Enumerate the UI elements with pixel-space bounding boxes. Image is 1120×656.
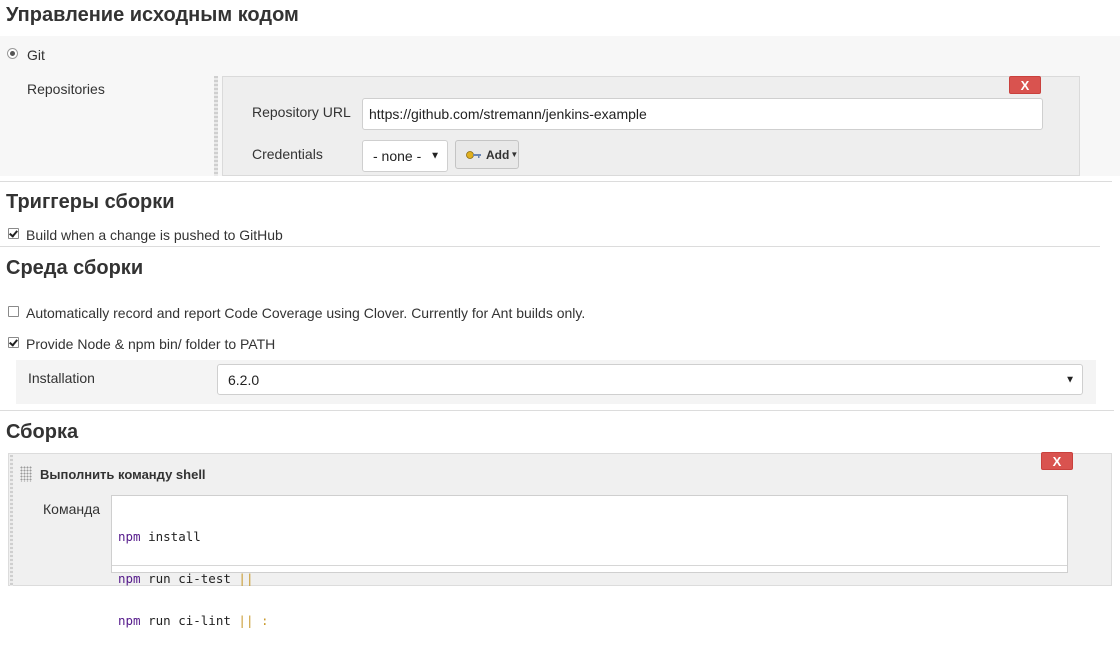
section-divider	[0, 246, 1100, 247]
credentials-value: - none -	[373, 148, 422, 164]
section-divider	[0, 410, 1114, 411]
chevron-down-icon: ▼	[430, 150, 440, 162]
credentials-label: Credentials	[252, 146, 323, 162]
textarea-resize-divider	[112, 565, 1067, 566]
credentials-select[interactable]: - none - ▼	[362, 140, 448, 172]
environment-section-title: Среда сборки	[6, 257, 144, 279]
command-textarea[interactable]: npm install npm run ci-test || npm run c…	[111, 495, 1068, 628]
scm-section-title: Управление исходным кодом	[6, 4, 299, 26]
installation-value: 6.2.0	[228, 371, 260, 388]
git-radio-label[interactable]: Git	[27, 47, 45, 63]
checkbox-icon[interactable]	[8, 337, 19, 348]
build-section-title: Сборка	[6, 421, 79, 443]
repository-url-label: Repository URL	[252, 104, 351, 120]
add-credentials-button[interactable]: Add ▼	[455, 140, 519, 169]
command-line: npm run ci-lint || :	[118, 613, 269, 628]
command-line: npm install	[118, 529, 201, 544]
delete-repository-button[interactable]: X	[1009, 76, 1041, 94]
chevron-down-icon: ▼	[1065, 374, 1075, 385]
command-code: npm install npm run ci-test || npm run c…	[118, 502, 269, 656]
radio-selected-icon[interactable]	[7, 48, 18, 59]
github-push-trigger-label[interactable]: Build when a change is pushed to GitHub	[26, 227, 283, 243]
panel-handle-stripe	[10, 455, 13, 586]
add-credentials-label: Add	[486, 147, 510, 162]
key-icon	[466, 150, 482, 160]
triggers-section-title: Триггеры сборки	[6, 191, 175, 213]
repository-url-input[interactable]: https://github.com/stremann/jenkins-exam…	[362, 98, 1043, 130]
command-line: npm run ci-test ||	[118, 571, 254, 586]
delete-build-step-button[interactable]: X	[1041, 452, 1073, 470]
drag-handle-icon[interactable]	[20, 466, 32, 482]
command-label: Команда	[43, 501, 101, 517]
checkbox-icon[interactable]	[8, 228, 19, 239]
installation-label: Installation	[28, 370, 95, 386]
checkbox-icon[interactable]	[8, 306, 19, 317]
repository-url-value: https://github.com/stremann/jenkins-exam…	[369, 106, 647, 122]
section-divider	[0, 181, 1112, 182]
shell-step-title: Выполнить команду shell	[40, 467, 206, 482]
node-path-label[interactable]: Provide Node & npm bin/ folder to PATH	[26, 336, 275, 352]
repositories-label: Repositories	[27, 81, 105, 97]
installation-select[interactable]: 6.2.0 ▼	[217, 364, 1083, 395]
clover-coverage-label[interactable]: Automatically record and report Code Cov…	[26, 305, 585, 321]
repo-panel-handle	[214, 76, 218, 176]
chevron-down-icon: ▼	[510, 150, 519, 159]
